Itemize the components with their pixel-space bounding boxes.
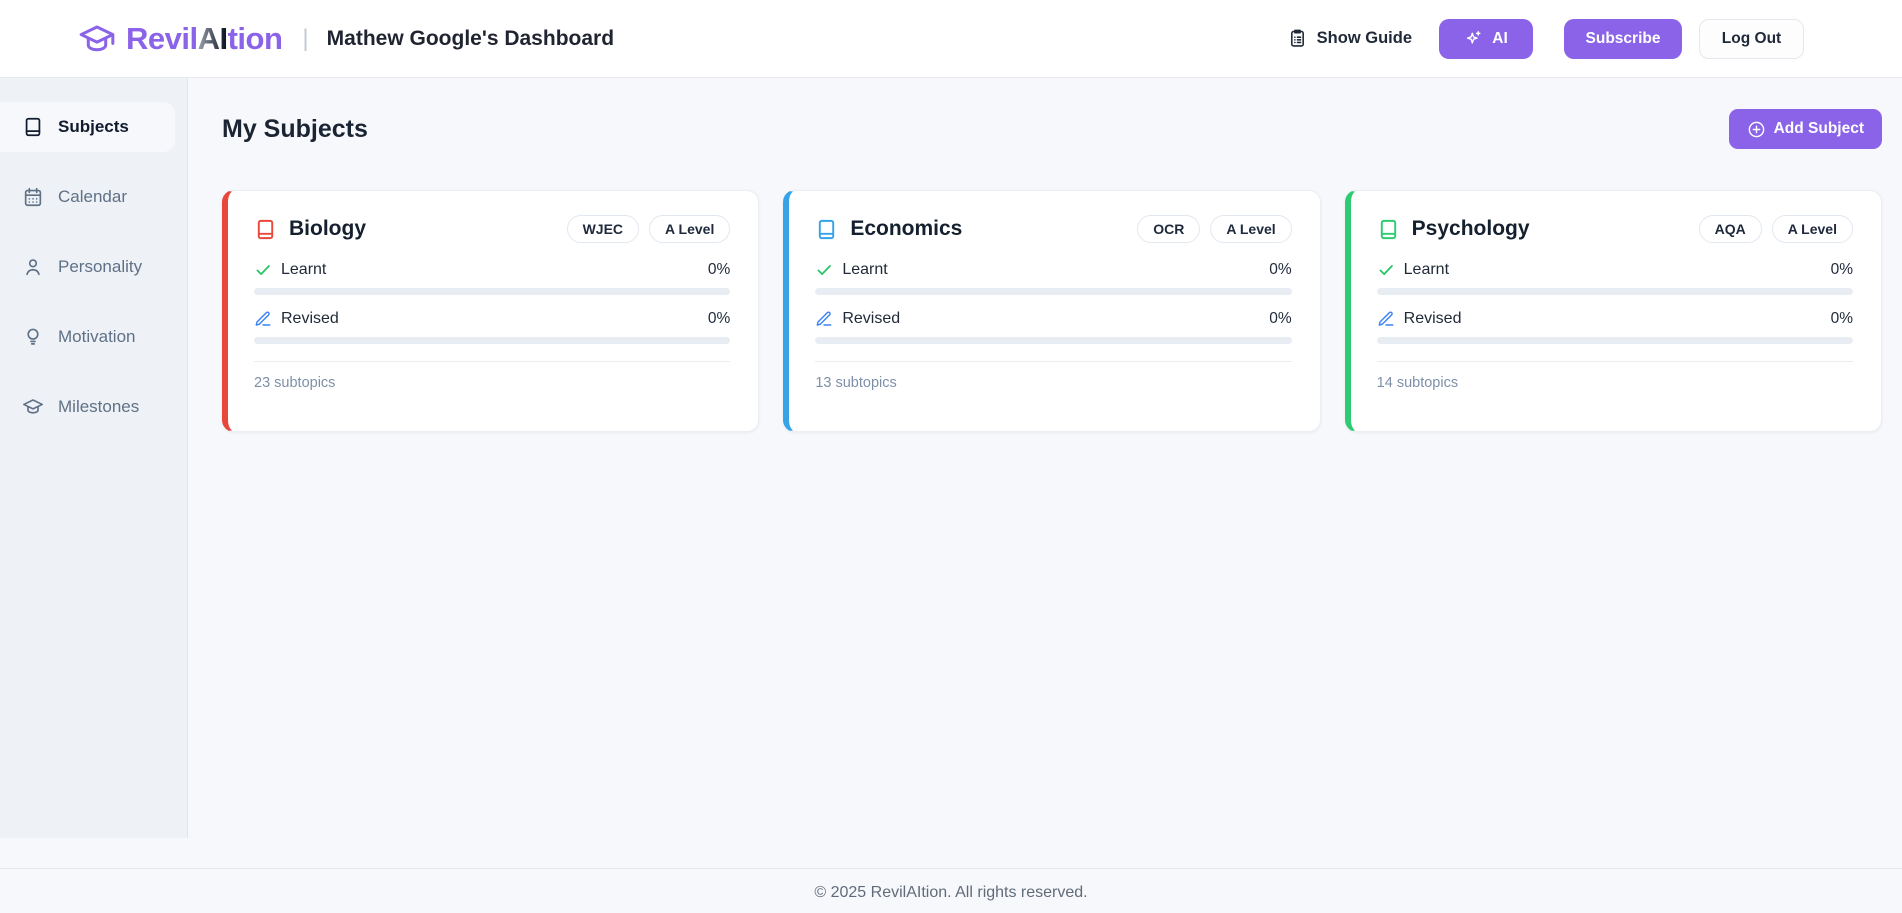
- show-guide-label: Show Guide: [1316, 29, 1412, 47]
- sidebar-item-subjects[interactable]: Subjects: [0, 102, 175, 152]
- subtopics-count: 13 subtopics: [815, 375, 897, 391]
- sidebar: Subjects Calendar Personality Motivation…: [0, 78, 188, 838]
- brand-suffix: tion: [227, 20, 283, 56]
- subject-card-biology[interactable]: Biology WJEC A Level Learnt 0% Revised 0…: [222, 190, 760, 432]
- ai-button-label: AI: [1492, 29, 1508, 47]
- card-divider: [815, 361, 1292, 362]
- book-icon: [815, 218, 838, 241]
- check-icon: [1379, 265, 1393, 275]
- learnt-label: Learnt: [1403, 261, 1450, 278]
- app-window: RevilAItion | Mathew Google's Dashboard …: [0, 0, 1902, 913]
- learnt-percentage: 0%: [1269, 261, 1292, 278]
- add-subject-button[interactable]: Add Subject: [1728, 109, 1882, 149]
- dashboard-title: Mathew Google's Dashboard: [326, 26, 615, 50]
- sidebar-item-label: Calendar: [58, 187, 127, 206]
- revised-label: Revised: [1403, 310, 1462, 327]
- level-badge: A Level: [1210, 215, 1292, 243]
- show-guide-button[interactable]: Show Guide: [1277, 19, 1422, 59]
- brand-logo[interactable]: RevilAItion: [78, 20, 283, 58]
- main-content: My Subjects Add Subject Biology WJEC A L…: [188, 78, 1902, 868]
- copyright-text: © 2025 RevilAItion. All rights reserved.: [814, 884, 1088, 901]
- header: RevilAItion | Mathew Google's Dashboard …: [0, 0, 1902, 78]
- sidebar-item-milestones[interactable]: Milestones: [0, 382, 175, 432]
- book-icon: [1377, 218, 1400, 241]
- revised-percentage: 0%: [1269, 310, 1292, 327]
- calendar-icon: [22, 186, 44, 208]
- brand-prefix: Revil: [126, 20, 198, 56]
- subject-name: Economics: [850, 217, 963, 240]
- lightbulb-icon: [22, 326, 44, 348]
- learnt-progress-bar: [254, 288, 731, 295]
- learnt-percentage: 0%: [1830, 261, 1853, 278]
- pen-icon: [816, 311, 832, 326]
- learnt-progress-bar: [1376, 288, 1853, 295]
- book-icon: [22, 116, 44, 138]
- ai-button[interactable]: AI: [1439, 18, 1533, 59]
- subscribe-button[interactable]: Subscribe: [1564, 18, 1682, 59]
- title-separator: |: [302, 24, 309, 52]
- card-divider: [1376, 361, 1853, 362]
- learnt-percentage: 0%: [707, 261, 731, 278]
- card-divider: [254, 361, 731, 362]
- revised-label: Revised: [842, 310, 901, 327]
- pen-icon: [1378, 311, 1394, 326]
- book-icon: [254, 218, 277, 241]
- learnt-progress-bar: [815, 288, 1292, 295]
- add-subject-label: Add Subject: [1773, 120, 1864, 137]
- sidebar-item-calendar[interactable]: Calendar: [0, 172, 175, 222]
- subtopics-count: 23 subtopics: [254, 375, 336, 391]
- sidebar-item-personality[interactable]: Personality: [0, 242, 175, 292]
- subject-name: Psychology: [1411, 217, 1530, 240]
- revised-progress-bar: [815, 337, 1292, 344]
- subject-cards: Biology WJEC A Level Learnt 0% Revised 0…: [222, 190, 1882, 432]
- exam-board-badge: OCR: [1137, 215, 1201, 243]
- exam-board-badge: AQA: [1698, 215, 1762, 243]
- sidebar-item-label: Personality: [58, 257, 143, 276]
- subtopics-count: 14 subtopics: [1376, 375, 1459, 391]
- logout-button[interactable]: Log Out: [1699, 18, 1804, 59]
- page-title: My Subjects: [222, 114, 368, 143]
- sidebar-item-label: Motivation: [58, 327, 136, 346]
- sidebar-item-label: Milestones: [58, 397, 140, 416]
- sidebar-item-motivation[interactable]: Motivation: [0, 312, 175, 362]
- revised-label: Revised: [281, 310, 339, 327]
- level-badge: A Level: [1771, 215, 1853, 243]
- revised-percentage: 0%: [707, 310, 731, 327]
- footer: © 2025 RevilAItion. All rights reserved.: [0, 868, 1902, 913]
- sparkles-icon: [1464, 29, 1483, 48]
- clipboard-icon: [1287, 28, 1308, 49]
- learnt-label: Learnt: [281, 261, 327, 278]
- subject-card-economics[interactable]: Economics OCR A Level Learnt 0% Revised …: [783, 190, 1321, 432]
- revised-progress-bar: [1376, 337, 1853, 344]
- sidebar-item-label: Subjects: [58, 117, 129, 136]
- learnt-label: Learnt: [842, 261, 888, 278]
- plus-circle-icon: [1747, 120, 1766, 139]
- revised-percentage: 0%: [1830, 310, 1853, 327]
- pen-icon: [255, 311, 271, 326]
- brand-name: RevilAItion: [126, 20, 283, 57]
- graduation-cap-logo-icon: [78, 20, 116, 58]
- subject-name: Biology: [289, 217, 366, 240]
- check-icon: [817, 265, 832, 275]
- brand-ai: AI: [197, 20, 229, 56]
- subject-card-psychology[interactable]: Psychology AQA A Level Learnt 0% Revised…: [1344, 190, 1882, 432]
- level-badge: A Level: [649, 215, 731, 243]
- graduation-cap-icon: [22, 396, 44, 418]
- header-actions: Show Guide AI Subscribe Log Out: [1277, 18, 1804, 59]
- revised-progress-bar: [254, 337, 731, 344]
- check-icon: [256, 265, 270, 275]
- person-icon: [22, 256, 44, 278]
- exam-board-badge: WJEC: [566, 215, 640, 243]
